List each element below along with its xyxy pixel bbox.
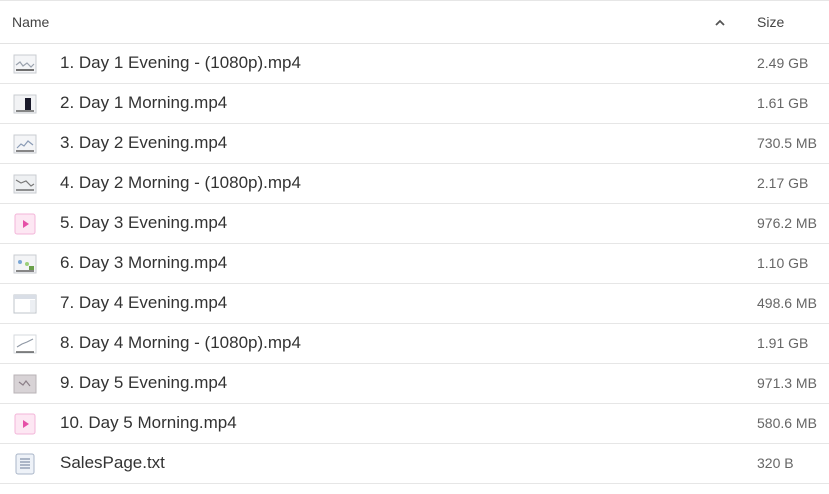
- video-thumbnail-icon: [13, 334, 37, 354]
- file-size: 971.3 MB: [757, 375, 817, 391]
- file-size: 1.91 GB: [757, 335, 809, 351]
- file-name[interactable]: 1. Day 1 Evening - (1080p).mp4: [60, 53, 301, 73]
- name-column-header[interactable]: Name: [12, 14, 49, 30]
- video-file-icon: [14, 213, 36, 235]
- video-thumbnail-icon: [13, 94, 37, 114]
- file-size: 580.6 MB: [757, 415, 817, 431]
- file-name[interactable]: SalesPage.txt: [60, 453, 165, 473]
- file-row[interactable]: 5. Day 3 Evening.mp4 976.2 MB: [0, 204, 829, 244]
- file-size: 730.5 MB: [757, 135, 817, 151]
- file-row[interactable]: 2. Day 1 Morning.mp4 1.61 GB: [0, 84, 829, 124]
- file-size: 498.6 MB: [757, 295, 817, 311]
- file-row[interactable]: 3. Day 2 Evening.mp4 730.5 MB: [0, 124, 829, 164]
- file-size: 2.49 GB: [757, 55, 809, 71]
- file-name[interactable]: 3. Day 2 Evening.mp4: [60, 133, 227, 153]
- file-row[interactable]: 7. Day 4 Evening.mp4 498.6 MB: [0, 284, 829, 324]
- file-row[interactable]: 4. Day 2 Morning - (1080p).mp4 2.17 GB: [0, 164, 829, 204]
- file-name[interactable]: 9. Day 5 Evening.mp4: [60, 373, 227, 393]
- video-thumbnail-icon: [13, 54, 37, 74]
- size-column-header[interactable]: Size: [757, 14, 784, 30]
- video-thumbnail-icon: [13, 134, 37, 154]
- file-name[interactable]: 7. Day 4 Evening.mp4: [60, 293, 227, 313]
- file-row[interactable]: SalesPage.txt 320 B: [0, 444, 829, 484]
- file-name[interactable]: 2. Day 1 Morning.mp4: [60, 93, 227, 113]
- video-thumbnail-icon: [13, 294, 37, 314]
- file-name[interactable]: 10. Day 5 Morning.mp4: [60, 413, 237, 433]
- file-size: 320 B: [757, 455, 794, 471]
- text-file-icon: [15, 453, 35, 475]
- file-name[interactable]: 6. Day 3 Morning.mp4: [60, 253, 227, 273]
- file-row[interactable]: 1. Day 1 Evening - (1080p).mp4 2.49 GB: [0, 44, 829, 84]
- file-list: Name Size 1. Day 1 Evening - (1080p).mp4…: [0, 0, 829, 484]
- video-thumbnail-icon: [13, 174, 37, 194]
- file-name[interactable]: 8. Day 4 Morning - (1080p).mp4: [60, 333, 301, 353]
- file-size: 2.17 GB: [757, 175, 809, 191]
- list-header: Name Size: [0, 0, 829, 44]
- file-size: 1.10 GB: [757, 255, 809, 271]
- chevron-up-icon[interactable]: [714, 18, 726, 28]
- file-size: 1.61 GB: [757, 95, 809, 111]
- video-thumbnail-icon: [13, 254, 37, 274]
- file-size: 976.2 MB: [757, 215, 817, 231]
- file-row[interactable]: 8. Day 4 Morning - (1080p).mp4 1.91 GB: [0, 324, 829, 364]
- file-row[interactable]: 6. Day 3 Morning.mp4 1.10 GB: [0, 244, 829, 284]
- file-row[interactable]: 9. Day 5 Evening.mp4 971.3 MB: [0, 364, 829, 404]
- file-name[interactable]: 4. Day 2 Morning - (1080p).mp4: [60, 173, 301, 193]
- video-thumbnail-icon: [13, 374, 37, 394]
- video-file-icon: [14, 413, 36, 435]
- file-row[interactable]: 10. Day 5 Morning.mp4 580.6 MB: [0, 404, 829, 444]
- file-name[interactable]: 5. Day 3 Evening.mp4: [60, 213, 227, 233]
